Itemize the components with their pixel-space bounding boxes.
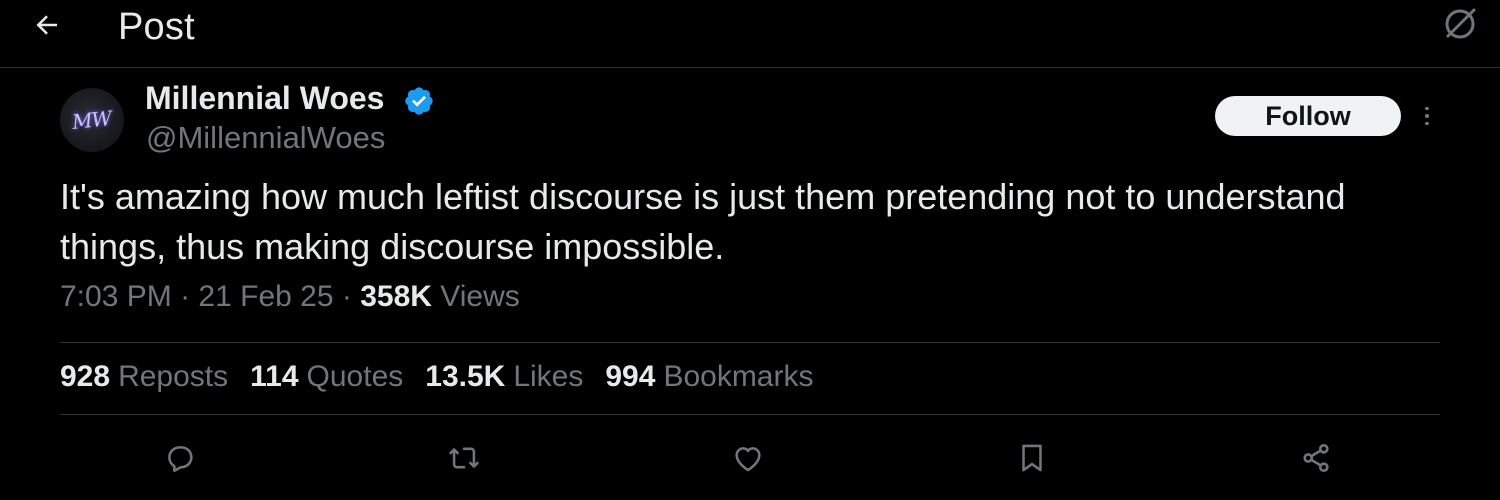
- bookmarks-stat[interactable]: 994 Bookmarks: [605, 360, 813, 394]
- author-display-name[interactable]: Millennial Woes: [145, 80, 384, 117]
- views-count: 358K: [360, 280, 432, 313]
- engagement-stats: 928 Reposts 114 Quotes 13.5K Likes 994 B…: [60, 360, 813, 394]
- share-icon: [1303, 443, 1329, 473]
- like-button[interactable]: [728, 438, 768, 478]
- avatar-logo-text: MW: [71, 106, 113, 134]
- bookmark-icon: [1022, 444, 1042, 472]
- views-label: Views: [440, 280, 520, 313]
- tweet-date[interactable]: 21 Feb 25: [198, 280, 333, 313]
- circle-slash-icon[interactable]: [1440, 4, 1480, 44]
- meta-separator: ·: [180, 280, 191, 313]
- tweet-meta: 7:03 PM · 21 Feb 25 · 358K Views: [60, 280, 520, 314]
- stat-number: 928: [60, 360, 111, 393]
- tweet-time[interactable]: 7:03 PM: [60, 280, 172, 313]
- action-bar: [0, 430, 1500, 486]
- more-dot-icon: [1425, 121, 1429, 126]
- top-bar: Post: [0, 0, 1500, 68]
- page-title: Post: [118, 6, 195, 48]
- reply-icon: [168, 446, 193, 473]
- stat-label: Likes: [513, 360, 584, 393]
- back-button[interactable]: [30, 8, 64, 42]
- like-icon: [735, 447, 761, 472]
- stat-label: Bookmarks: [663, 360, 814, 393]
- more-options-button[interactable]: [1416, 100, 1438, 132]
- share-button[interactable]: [1296, 438, 1336, 478]
- meta-separator: ·: [341, 280, 352, 313]
- verified-badge-icon[interactable]: [403, 85, 435, 117]
- quotes-stat[interactable]: 114 Quotes: [250, 360, 403, 394]
- more-dot-icon: [1425, 114, 1429, 118]
- divider: [60, 414, 1440, 415]
- follow-button[interactable]: Follow: [1215, 96, 1401, 136]
- stat-label: Reposts: [118, 360, 229, 393]
- reposts-stat[interactable]: 928 Reposts: [60, 360, 228, 394]
- author-handle[interactable]: @MillennialWoes: [146, 120, 385, 156]
- stat-number: 114: [250, 360, 299, 393]
- arrow-left-icon: [36, 15, 57, 35]
- repost-button[interactable]: [444, 438, 484, 478]
- reply-button[interactable]: [160, 438, 200, 478]
- stat-number: 994: [605, 360, 656, 393]
- avatar[interactable]: MW: [60, 88, 124, 152]
- stat-label: Quotes: [306, 360, 404, 393]
- stat-number: 13.5K: [425, 360, 506, 393]
- more-dot-icon: [1425, 106, 1429, 111]
- bookmark-button[interactable]: [1012, 438, 1052, 478]
- repost-icon: [449, 447, 479, 469]
- divider: [60, 342, 1440, 343]
- tweet-text: It's amazing how much leftist discourse …: [60, 176, 1346, 267]
- likes-stat[interactable]: 13.5K Likes: [425, 360, 583, 394]
